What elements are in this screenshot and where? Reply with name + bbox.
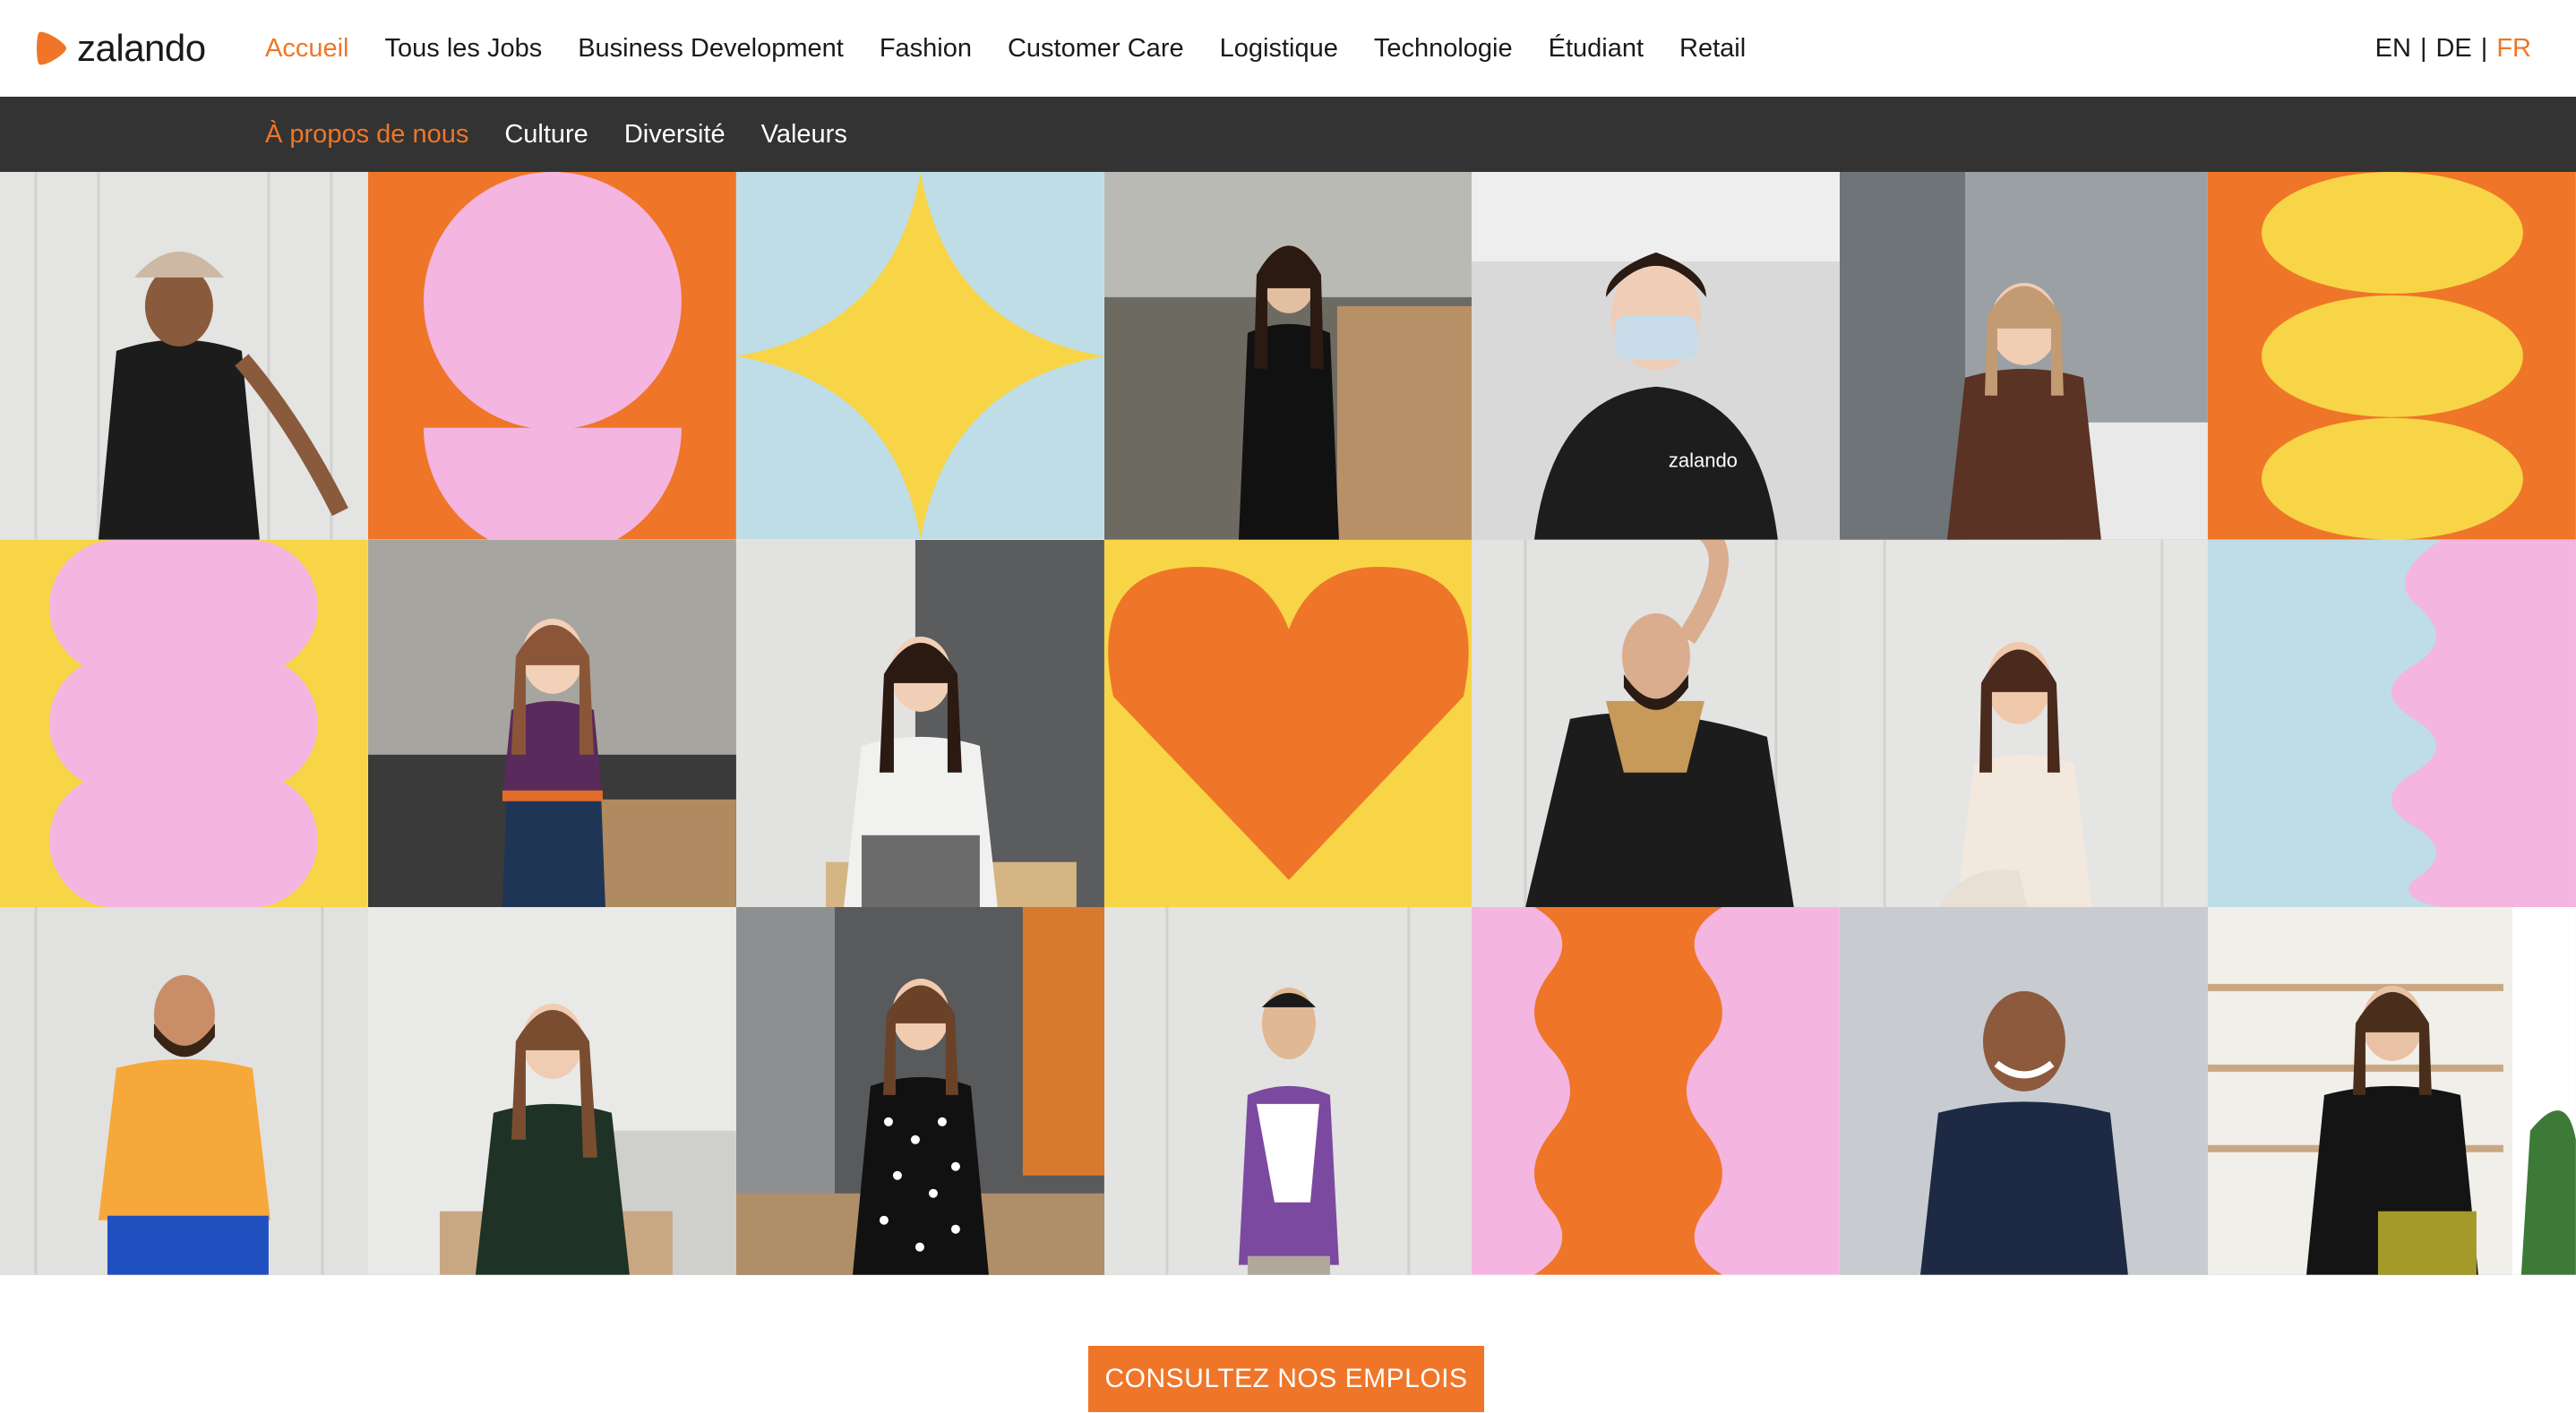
- employee-photo: [1472, 539, 1841, 908]
- employee-photo: [1840, 539, 2209, 908]
- shape-heart-tile: [1103, 539, 1473, 908]
- language-separator: |: [2480, 34, 2488, 63]
- shape-wave-tile: [2208, 539, 2576, 908]
- employee-photo: [1840, 172, 2209, 540]
- language-en[interactable]: EN: [2375, 27, 2411, 70]
- people-mosaic: zalando: [0, 172, 2576, 1275]
- nav-item-customer-care[interactable]: Customer Care: [1008, 27, 1184, 70]
- logo-wordmark: zalando: [77, 27, 206, 69]
- sweatshirt-logo: zalando: [1669, 450, 1738, 472]
- nav-item-accueil[interactable]: Accueil: [265, 27, 349, 70]
- nav-item-logistique[interactable]: Logistique: [1220, 27, 1338, 70]
- shape-ovals-tile: [2208, 172, 2576, 540]
- employee-photo: [0, 172, 368, 540]
- subnav-item-valeurs[interactable]: Valeurs: [761, 113, 847, 156]
- employee-photo: [367, 907, 736, 1275]
- top-navigation: zalando Accueil Tous les Jobs Business D…: [0, 0, 2576, 97]
- employee-photo: [1840, 907, 2209, 1275]
- nav-item-business-development[interactable]: Business Development: [578, 27, 844, 70]
- employee-photo: zalando: [1472, 172, 1841, 540]
- language-switcher: EN | DE | FR: [2375, 27, 2531, 70]
- shape-wave-stripes-tile: [1472, 907, 1841, 1275]
- employee-photo: [735, 539, 1104, 908]
- nav-item-fashion[interactable]: Fashion: [880, 27, 972, 70]
- employee-photo: [1103, 172, 1473, 540]
- language-separator: |: [2419, 34, 2427, 63]
- shape-circle-tile: [367, 172, 736, 540]
- zalando-logo-icon: [37, 31, 66, 65]
- main-nav: Accueil Tous les Jobs Business Developme…: [265, 27, 1746, 70]
- zalando-logo[interactable]: zalando: [34, 23, 206, 73]
- nav-item-retail[interactable]: Retail: [1679, 27, 1746, 70]
- employee-photo: [1103, 907, 1473, 1275]
- nav-item-tous-les-jobs[interactable]: Tous les Jobs: [385, 27, 543, 70]
- nav-item-etudiant[interactable]: Étudiant: [1549, 27, 1644, 70]
- subnav-item-diversite[interactable]: Diversité: [624, 113, 726, 156]
- shape-flower-tile: [0, 539, 368, 908]
- employee-photo: [735, 907, 1104, 1275]
- shape-star-tile: [735, 172, 1104, 540]
- language-de[interactable]: DE: [2435, 27, 2471, 70]
- nav-item-technologie[interactable]: Technologie: [1374, 27, 1513, 70]
- language-fr[interactable]: FR: [2496, 27, 2531, 70]
- subnav-item-culture[interactable]: Culture: [504, 113, 588, 156]
- employee-photo: [367, 539, 736, 908]
- view-jobs-button[interactable]: CONSULTEZ NOS EMPLOIS: [1088, 1346, 1484, 1412]
- employee-photo: [0, 907, 368, 1275]
- subnav-item-a-propos[interactable]: À propos de nous: [265, 113, 468, 156]
- sub-navigation: À propos de nous Culture Diversité Valeu…: [0, 97, 2576, 172]
- employee-photo: [2208, 907, 2576, 1275]
